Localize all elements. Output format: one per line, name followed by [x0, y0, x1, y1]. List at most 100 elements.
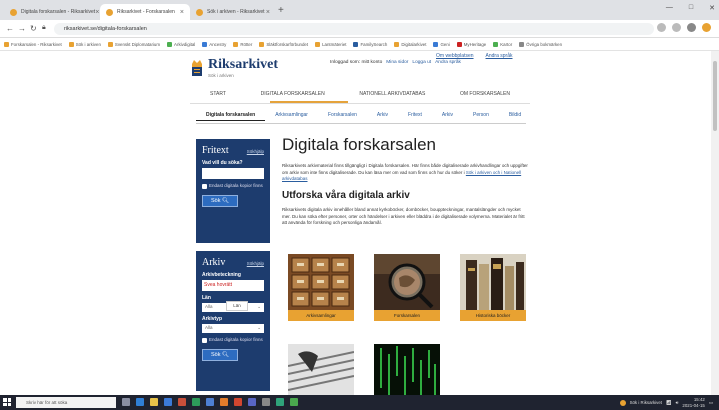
extension-icon[interactable]	[657, 23, 666, 32]
bookmark-item[interactable]: Släktforskarförbundet	[259, 41, 308, 47]
bookmark-item[interactable]: Rötter	[233, 41, 252, 47]
forward-arrow-icon[interactable]: →	[18, 24, 26, 33]
taskbar-search-input[interactable]: Skriv här för att söka	[16, 397, 116, 408]
nav-item-nationell-arkivdatabas[interactable]: Nationell arkivdatabas	[359, 91, 425, 97]
bookmark-item[interactable]: Forskarsalen - Riksarkivet	[4, 41, 62, 47]
notification-app-icon[interactable]	[619, 399, 626, 406]
nav-item-start[interactable]: Start	[210, 91, 226, 97]
card-6[interactable]	[460, 344, 526, 395]
close-window-button[interactable]: ✕	[709, 4, 715, 12]
logo-subtitle: Sök i arkiven	[208, 73, 234, 78]
card-image	[374, 344, 440, 395]
minimize-button[interactable]: —	[666, 4, 673, 12]
nav-item-om-forskarsalen[interactable]: Om forskarsalen	[460, 91, 510, 97]
other-languages-link[interactable]: Andra språk	[435, 60, 461, 65]
reload-icon[interactable]: ↻	[30, 24, 37, 33]
bookmark-item[interactable]: Sök i arkiven	[68, 41, 101, 47]
network-icon[interactable]: 📶︎	[666, 400, 672, 406]
notification-center-icon[interactable]: ▭	[709, 400, 713, 406]
extension-icon[interactable]	[687, 23, 696, 32]
page-title: Digitala forskarsalen	[282, 135, 437, 154]
arkiv-help-link[interactable]: Sökhjälp	[247, 261, 264, 266]
profile-avatar-icon[interactable]	[702, 23, 711, 32]
search-icon: 🔍︎	[222, 198, 229, 204]
bookmark-item[interactable]: Kartor	[493, 41, 512, 47]
app-icon[interactable]	[276, 398, 284, 406]
file-explorer-icon[interactable]	[150, 398, 158, 406]
fritext-digital-checkbox[interactable]: Endast digitala kopior finns	[202, 183, 264, 189]
mail-icon[interactable]	[164, 398, 172, 406]
task-view-icon[interactable]	[122, 398, 130, 406]
arkiv-digital-checkbox[interactable]: Endast digitala kopior finns	[202, 337, 264, 343]
bookmark-item[interactable]: Geni	[433, 41, 450, 47]
extensions-area	[657, 23, 711, 32]
powerpoint-icon[interactable]	[234, 398, 242, 406]
tab-close-icon[interactable]: ×	[180, 9, 184, 16]
bookmark-icon	[315, 41, 321, 47]
tab-arkiv-2[interactable]: Arkiv	[432, 110, 463, 120]
site-logo[interactable]: Riksarkivet Sök i arkiven	[190, 58, 278, 78]
tab-title: Digitala forskarsalen - Riksarkivet	[21, 9, 96, 15]
excel-icon[interactable]	[192, 398, 200, 406]
card-arkivsamlingar[interactable]: Arkivsamlingar	[288, 254, 354, 321]
tab-digitala-forskarsalen[interactable]: Digitala forskarsalen	[196, 110, 266, 121]
settings-icon[interactable]	[262, 398, 270, 406]
top-link-languages[interactable]: Andra språk	[486, 53, 513, 59]
bookmark-icon	[259, 41, 265, 47]
word-icon[interactable]	[206, 398, 214, 406]
fritext-search-button[interactable]: Sök 🔍︎	[202, 195, 238, 207]
windows-start-icon[interactable]	[3, 398, 11, 406]
bookmark-item[interactable]: Ancestry	[202, 41, 226, 47]
extension-icon[interactable]	[672, 23, 681, 32]
card-historiska-bocker[interactable]: Historiska böcker	[460, 254, 526, 321]
top-link-about[interactable]: Om webbplatsen	[436, 53, 474, 59]
page-scrollbar[interactable]	[711, 51, 719, 395]
office-icon[interactable]	[178, 398, 186, 406]
bookmark-item[interactable]: Svenskt Diplomatarium	[107, 41, 160, 47]
back-arrow-icon[interactable]: ←	[6, 24, 14, 33]
bookmark-item[interactable]: Digitalarkivet	[394, 41, 426, 47]
tab-forskarsalen[interactable]: Forskarsalen	[318, 110, 367, 120]
app-icon[interactable]	[290, 398, 298, 406]
browser-tab-3[interactable]: Sök i arkiven - Riksarkivet ×	[190, 4, 276, 20]
arkiv-search-button[interactable]: Sök 🔍︎	[202, 349, 238, 361]
card-5[interactable]	[374, 344, 440, 395]
checkbox-icon[interactable]	[202, 338, 207, 343]
bookmark-folder[interactable]: Övriga bokmärken	[519, 41, 562, 47]
logout-link[interactable]: Logga ut	[412, 60, 431, 65]
tab-fritext[interactable]: Fritext	[398, 110, 432, 120]
card-forskarsalen[interactable]: Forskarsalen	[374, 254, 440, 321]
tab-close-icon[interactable]: ×	[95, 9, 99, 16]
bookmark-item[interactable]: MyHeritage	[456, 41, 486, 47]
my-pages-link[interactable]: Mina sidor	[386, 60, 408, 65]
bookmark-item[interactable]: Arkivdigital	[167, 41, 195, 47]
scrollbar-thumb[interactable]	[713, 61, 717, 131]
tab-close-icon[interactable]: ×	[266, 9, 270, 16]
teams-icon[interactable]	[248, 398, 256, 406]
edge-icon[interactable]	[136, 398, 144, 406]
card-4[interactable]	[288, 344, 354, 395]
fritext-search-input[interactable]	[202, 168, 264, 179]
tab-person[interactable]: Person	[463, 110, 499, 120]
tab-bildid[interactable]: Bildid	[499, 110, 531, 120]
bookmark-icon	[353, 41, 359, 47]
bookmark-item[interactable]: FamilySearch	[353, 41, 387, 47]
browser-tab-1[interactable]: Digitala forskarsalen - Riksarkivet ×	[4, 4, 100, 20]
chrome-icon[interactable]	[220, 398, 228, 406]
bookmark-item[interactable]: Lantmäteriet	[315, 41, 346, 47]
checkbox-icon[interactable]	[202, 184, 207, 189]
nav-item-digitala-forskarsalen[interactable]: Digitala forskarsalen	[261, 91, 325, 97]
maximize-button[interactable]: □	[689, 4, 693, 12]
url-input[interactable]: riksarkivet.se/digitala-forskarsalen	[54, 23, 654, 35]
clock[interactable]: 15:42 2021-04-15	[682, 397, 704, 408]
browser-tab-2[interactable]: Riksarkivet - Forskarsalen ×	[100, 4, 190, 20]
tab-arkivsamlingar[interactable]: Arkivsamlingar	[265, 110, 318, 120]
arkiv-label-3: Arkivtyp	[202, 316, 223, 322]
arkivtyp-select[interactable]: Alla ⌄	[202, 324, 264, 333]
taskbar-apps	[122, 398, 298, 406]
fritext-help-link[interactable]: Sökhjälp	[247, 149, 264, 154]
volume-icon[interactable]: 🔊︎	[676, 400, 679, 405]
arkivbeteckning-input[interactable]: Svea hovrätt	[202, 280, 264, 291]
tab-arkiv[interactable]: Arkiv	[367, 110, 398, 120]
new-tab-button[interactable]: +	[278, 5, 284, 16]
